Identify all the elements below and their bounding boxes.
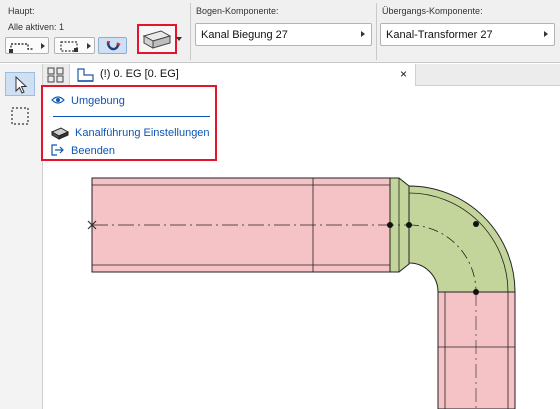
tab-title: (!) 0. EG [0. EG]	[100, 68, 179, 80]
straight-duct	[91, 177, 391, 273]
connect-toggle-button[interactable]	[98, 37, 127, 54]
menu-item-label: Beenden	[71, 145, 116, 157]
node	[387, 222, 393, 228]
separator	[376, 3, 377, 60]
menu-item-label: Kanalführung Einstellungen	[75, 127, 210, 139]
bogen-select[interactable]: Kanal Biegung 27	[195, 23, 372, 46]
duct-type-button[interactable]	[137, 24, 177, 54]
uebergang-value: Kanal-Transformer 27	[386, 29, 493, 41]
bend-segment	[408, 185, 516, 293]
menu-item-beenden[interactable]: Beenden	[51, 143, 211, 159]
menu-item-label: Umgebung	[71, 95, 125, 107]
chevron-right-icon	[544, 31, 548, 37]
uebergang-label: Übergangs-Komponente:	[382, 6, 483, 16]
info-box: Haupt: Alle aktiven: 1 Bogen-Komponente:…	[0, 0, 560, 63]
tab-floor-plan[interactable]: (!) 0. EG [0. EG] ×	[69, 64, 416, 86]
arrow-tool-button[interactable]	[5, 72, 35, 96]
chevron-right-icon	[361, 31, 365, 37]
haupt-label: Haupt:	[8, 6, 35, 16]
menu-item-umgebung[interactable]: Umgebung	[51, 93, 211, 109]
dropdown-arrow-icon	[41, 42, 45, 49]
node	[406, 222, 412, 228]
uebergang-select[interactable]: Kanal-Transformer 27	[380, 23, 555, 46]
floor-plan-icon	[77, 68, 94, 82]
grid-view-icon[interactable]	[47, 67, 65, 83]
vertical-duct	[437, 291, 516, 409]
dropdown-arrow-icon	[87, 42, 91, 49]
duct-segment-icon	[142, 30, 172, 49]
menu-divider	[53, 116, 210, 117]
node	[473, 289, 479, 295]
marquee-tool-button[interactable]	[5, 104, 35, 128]
eye-icon	[51, 96, 65, 104]
tab-bar: (!) 0. EG [0. EG] ×	[43, 64, 560, 86]
reference-line-button[interactable]	[54, 37, 95, 54]
pet-palette-menu: Umgebung Kanalführung Einstellungen Been…	[41, 85, 217, 161]
menu-item-kanalfuehrung-einstellungen[interactable]: Kanalführung Einstellungen	[51, 125, 216, 141]
bogen-label: Bogen-Komponente:	[196, 6, 279, 16]
marquee-icon	[11, 107, 29, 125]
bogen-value: Kanal Biegung 27	[201, 29, 288, 41]
duct-type-dropdown-icon[interactable]	[176, 37, 182, 41]
magnet-icon	[106, 41, 121, 51]
arrow-pointer-icon	[15, 75, 28, 94]
close-icon[interactable]: ×	[400, 67, 407, 81]
duct-settings-icon	[51, 127, 69, 140]
geometry-method-button[interactable]	[5, 37, 49, 54]
node	[473, 221, 479, 227]
layers-label: Alle aktiven: 1	[8, 22, 65, 32]
toolbox	[0, 64, 43, 409]
separator	[190, 3, 191, 60]
exit-icon	[51, 144, 64, 156]
